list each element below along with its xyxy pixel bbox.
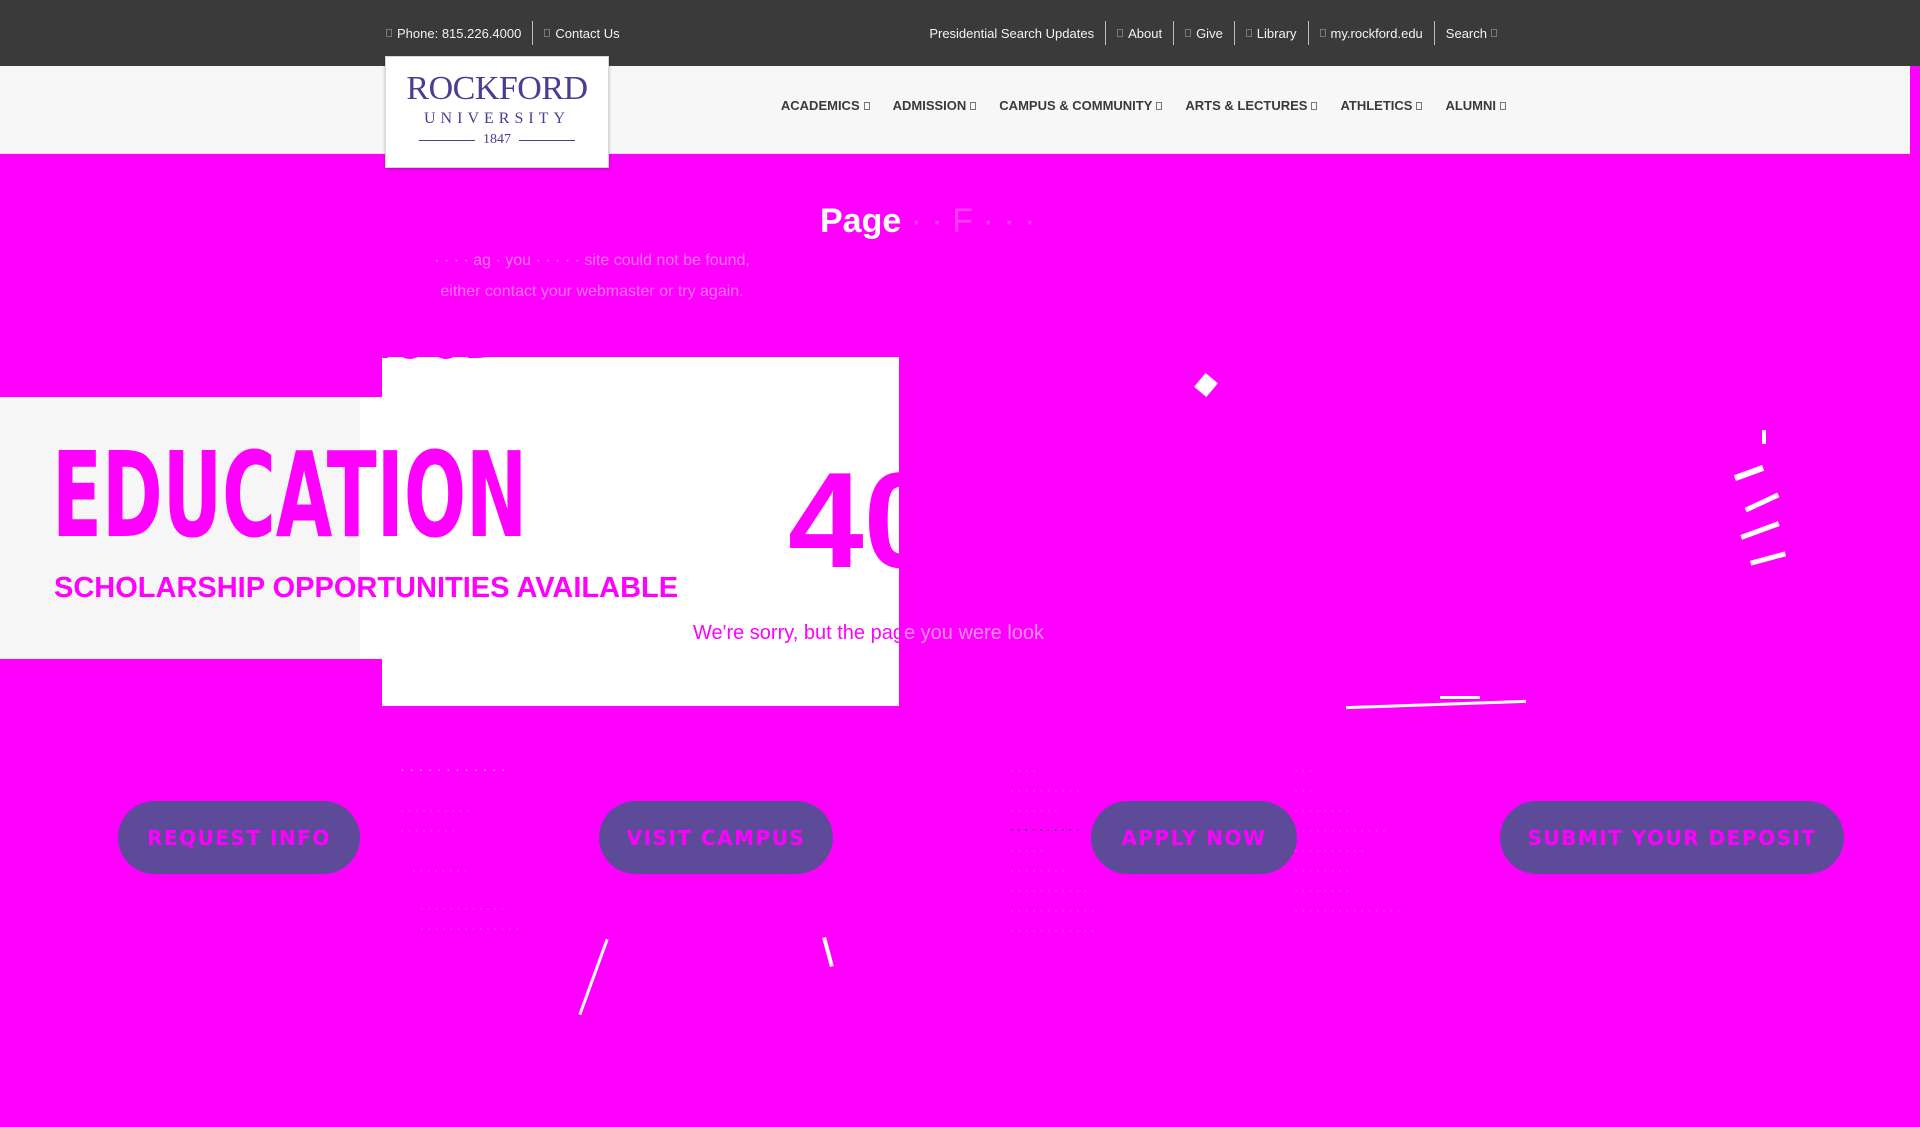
- university-logo[interactable]: ROCKFORD UNIVERSITY 1847: [385, 56, 609, 168]
- nav-item-arts-lectures[interactable]: ARTS & LECTURES: [1162, 98, 1318, 113]
- nav-label: CAMPUS & COMMUNITY: [999, 98, 1153, 113]
- nav-label: ADMISSION: [892, 98, 967, 113]
- logo-year: 1847: [483, 132, 511, 147]
- image-fragment: [822, 936, 834, 968]
- give-link[interactable]: Give: [1173, 21, 1234, 45]
- image-fragment: [578, 938, 609, 1016]
- image-fragment: [1346, 699, 1526, 710]
- about-link[interactable]: About: [1105, 21, 1173, 45]
- error-message: · · · · ag · you · · · · · site could no…: [412, 245, 772, 307]
- page-title-faded: · · F · · ·: [910, 202, 1036, 240]
- nav-item-admission[interactable]: ADMISSION: [870, 98, 977, 113]
- scrollbar-top: [1910, 0, 1920, 66]
- sorry-text: We're sorry, but the pag: [693, 622, 904, 644]
- image-fragment: [1740, 521, 1780, 540]
- search-toggle[interactable]: Search: [1433, 21, 1508, 45]
- search-icon: [1491, 29, 1497, 37]
- logo-year-row: 1847: [419, 132, 575, 148]
- give-label: Give: [1196, 25, 1223, 41]
- sorry-text-faded: e you were look: [903, 622, 1045, 644]
- error-code: 40: [788, 452, 900, 588]
- logo-rule-right: [519, 139, 575, 141]
- phone-link[interactable]: Phone: 815.226.4000: [384, 21, 532, 45]
- error-message-line2: either contact your webmaster or try aga…: [440, 283, 744, 300]
- request-info-label: REQUEST INFO: [147, 825, 331, 850]
- main-nav-bar: ACADEMICS ADMISSION CAMPUS & COMMUNITY A…: [0, 66, 1910, 154]
- nav-label: ALUMNI: [1445, 98, 1496, 113]
- chevron-down-icon: [1500, 101, 1506, 110]
- about-label: About: [1128, 25, 1163, 41]
- search-updates-link[interactable]: Presidential Search Updates: [918, 21, 1105, 45]
- sorry-message: We're sorry, but the page you were look: [693, 622, 1113, 645]
- nav-label: ACADEMICS: [780, 98, 860, 113]
- nav-item-athletics[interactable]: ATHLETICS: [1317, 98, 1423, 113]
- search-updates-label: Presidential Search Updates: [929, 25, 1095, 41]
- main-nav: ACADEMICS ADMISSION CAMPUS & COMMUNITY A…: [758, 98, 1506, 113]
- image-fragment: [1733, 465, 1765, 481]
- banner-headline-line1-text: EARLY CHILDHOOD: [50, 335, 500, 374]
- search-label: Search: [1445, 25, 1487, 41]
- logo-subtitle: UNIVERSITY: [424, 110, 570, 127]
- nav-item-campus-community[interactable]: CAMPUS & COMMUNITY: [976, 98, 1163, 113]
- library-label: Library: [1256, 25, 1297, 41]
- utility-bar: Phone: 815.226.4000 Contact Us President…: [0, 0, 1920, 66]
- image-fragment: [1749, 551, 1787, 566]
- logo-rule-left: [419, 139, 475, 141]
- logo-name: ROCKFORD: [406, 70, 588, 107]
- nav-item-academics[interactable]: ACADEMICS: [758, 98, 870, 113]
- footer-column-right: · · · · · · · · · · · · · · · · · · · · · ·…: [1294, 763, 1401, 917]
- nav-label: ATHLETICS: [1340, 98, 1413, 113]
- banner-headline-line2: EDUCATION: [52, 426, 528, 564]
- library-link[interactable]: Library: [1233, 21, 1308, 45]
- submit-deposit-button[interactable]: SUBMIT YOUR DEPOSIT: [1500, 801, 1844, 874]
- submit-deposit-label: SUBMIT YOUR DEPOSIT: [1527, 825, 1817, 850]
- banner-headline-line1: EARLY CHILDHOOD: [50, 335, 499, 399]
- portal-label: my.rockford.edu: [1330, 25, 1423, 41]
- nav-item-alumni[interactable]: ALUMNI: [1422, 98, 1506, 113]
- error-message-line1: · · · · ag · you · · · · · site could no…: [434, 252, 750, 269]
- utility-right: Presidential Search Updates About Give L…: [918, 20, 1508, 46]
- image-fragment: [1762, 430, 1766, 444]
- request-info-button[interactable]: REQUEST INFO: [118, 801, 360, 874]
- phone-label: Phone: 815.226.4000: [397, 25, 522, 41]
- banner-subline: SCHOLARSHIP OPPORTUNITIES AVAILABLE: [54, 572, 679, 604]
- book-icon: [1245, 29, 1252, 37]
- contact-label: Contact Us: [555, 25, 620, 41]
- apply-now-label: APPLY NOW: [1121, 825, 1267, 850]
- footer-address: · · · · · · · · · · · · · · · · · ·: [400, 803, 470, 837]
- utility-left: Phone: 815.226.4000 Contact Us: [384, 20, 631, 46]
- scrollbar[interactable]: [1910, 154, 1920, 1127]
- visit-campus-label: VISIT CAMPUS: [626, 825, 806, 850]
- page-title: Page · · F · · ·: [820, 202, 1035, 241]
- info-icon: [1117, 29, 1124, 37]
- footer-links: · · · · · · · · · · · · · · · · · · · · ·…: [420, 901, 520, 935]
- user-icon: [1319, 29, 1326, 37]
- apply-now-button[interactable]: APPLY NOW: [1091, 801, 1297, 874]
- visit-campus-button[interactable]: VISIT CAMPUS: [599, 801, 833, 874]
- nav-label: ARTS & LECTURES: [1185, 98, 1308, 113]
- footer-phone: · · · · · · · ·: [412, 863, 468, 877]
- phone-icon: [386, 29, 392, 37]
- portal-link[interactable]: my.rockford.edu: [1307, 21, 1434, 45]
- footer-column-middle: · · · · · · · · · · · · · · · · · · · · · ·…: [1010, 763, 1095, 937]
- image-fragment: [1744, 492, 1780, 513]
- image-fragment: [1194, 372, 1218, 398]
- image-fragment: [1440, 696, 1480, 699]
- envelope-icon: [544, 29, 551, 37]
- contact-link[interactable]: Contact Us: [532, 21, 630, 45]
- gift-icon: [1185, 29, 1192, 37]
- footer-heading: · · · · · · · · · · · ·: [400, 761, 506, 778]
- page-title-text: Page: [820, 202, 902, 240]
